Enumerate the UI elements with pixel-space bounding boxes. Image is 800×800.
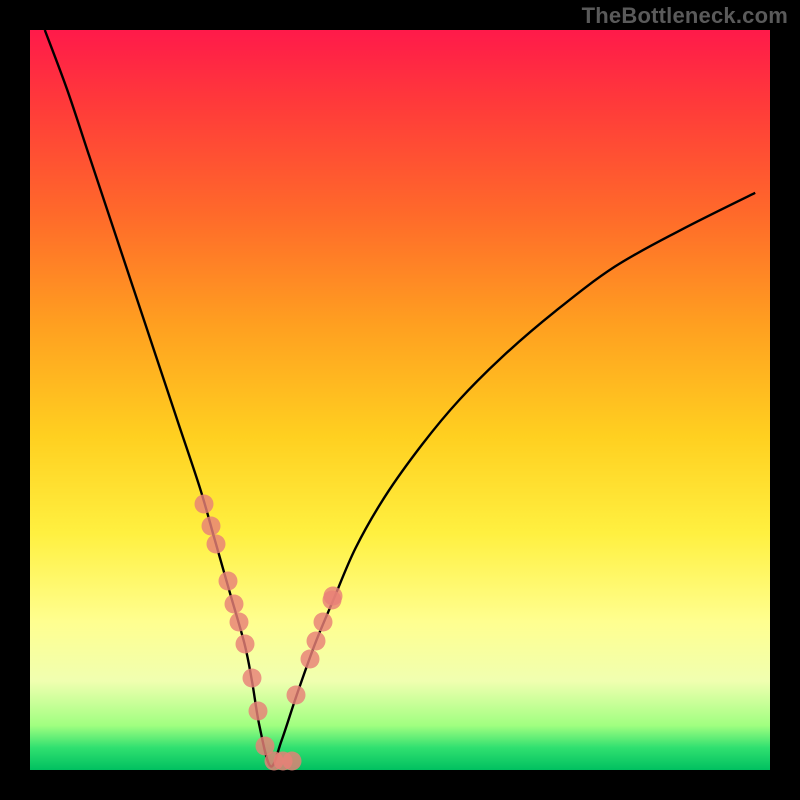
highlight-dot — [236, 635, 255, 654]
chart-frame: TheBottleneck.com — [0, 0, 800, 800]
highlight-dot — [207, 535, 226, 554]
plot-area — [30, 30, 770, 770]
highlight-dot — [306, 631, 325, 650]
watermark-text: TheBottleneck.com — [582, 3, 788, 29]
highlight-dot — [194, 494, 213, 513]
highlight-dot — [287, 685, 306, 704]
highlight-dot — [314, 613, 333, 632]
highlight-dot — [230, 613, 249, 632]
highlight-dot — [243, 668, 262, 687]
curve-svg — [30, 30, 770, 770]
highlight-dot — [248, 701, 267, 720]
highlight-dot — [218, 572, 237, 591]
bottleneck-curve — [45, 30, 755, 767]
highlight-dot — [202, 516, 221, 535]
highlight-dot — [300, 650, 319, 669]
highlight-dot — [224, 594, 243, 613]
highlight-dot — [324, 587, 343, 606]
highlight-dot — [282, 752, 301, 771]
